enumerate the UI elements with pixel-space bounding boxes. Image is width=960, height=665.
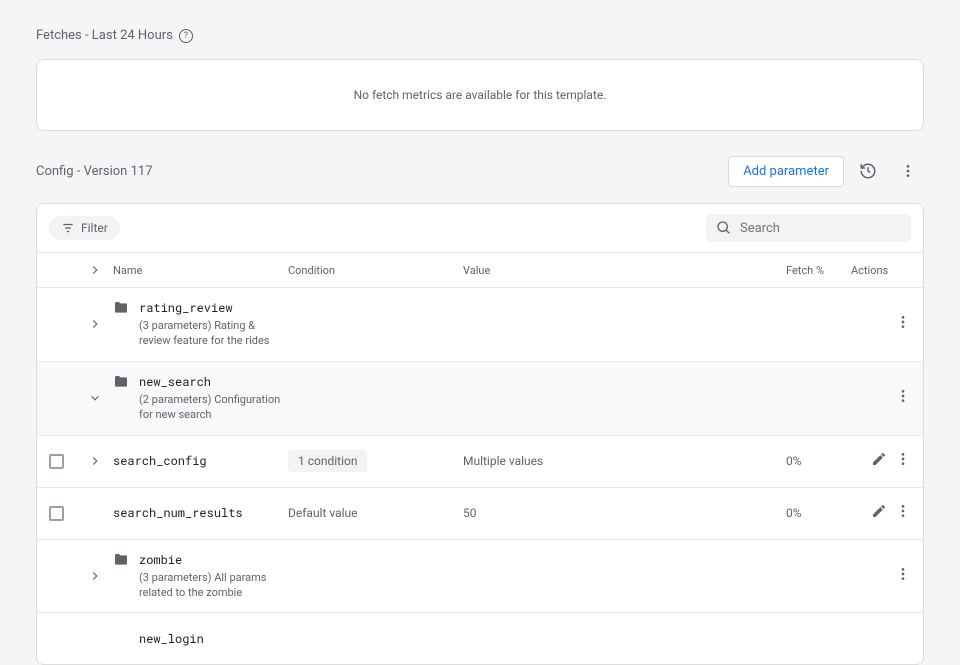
table-header: Name Condition Value Fetch % Actions xyxy=(37,252,923,287)
filter-chip[interactable]: Filter xyxy=(49,216,120,240)
param-value: Multiple values xyxy=(463,454,786,468)
col-condition: Condition xyxy=(288,264,463,277)
expand-toggle[interactable] xyxy=(77,569,113,583)
chevron-down-icon xyxy=(88,391,102,405)
group-name: new_login xyxy=(139,631,204,647)
chevron-right-icon xyxy=(88,454,102,468)
config-header: Config - Version 117 Add parameter xyxy=(36,155,924,187)
search-icon xyxy=(716,220,732,236)
search-box[interactable] xyxy=(706,214,911,242)
chevron-right-icon xyxy=(88,569,102,583)
config-panel: Filter Name Condition Value Fetch % Acti… xyxy=(36,203,924,665)
history-icon[interactable] xyxy=(852,155,884,187)
more-icon[interactable] xyxy=(895,503,911,523)
param-name: search_config xyxy=(113,453,207,469)
more-icon[interactable] xyxy=(895,566,911,586)
row-checkbox[interactable] xyxy=(49,506,64,521)
param-fetch: 0% xyxy=(786,506,851,520)
help-icon[interactable]: ? xyxy=(179,29,193,43)
config-title: Config - Version 117 xyxy=(36,164,728,179)
fetch-empty-message: No fetch metrics are available for this … xyxy=(354,88,607,102)
condition-text: Default value xyxy=(288,506,463,520)
more-icon[interactable] xyxy=(895,451,911,471)
filter-label: Filter xyxy=(81,221,108,235)
group-name: new_search xyxy=(139,374,288,390)
folder-icon xyxy=(113,374,129,390)
group-desc: (3 parameters) All params related to the… xyxy=(139,570,288,601)
filter-icon xyxy=(61,221,75,235)
fetch-metrics-card: No fetch metrics are available for this … xyxy=(36,59,924,131)
folder-icon xyxy=(113,552,129,568)
search-input[interactable] xyxy=(740,221,901,236)
expand-all-toggle[interactable] xyxy=(77,263,113,277)
col-name: Name xyxy=(113,264,288,277)
expand-toggle[interactable] xyxy=(77,391,113,405)
group-name: rating_review xyxy=(139,300,288,316)
param-name: search_num_results xyxy=(113,505,243,521)
fetches-header: Fetches - Last 24 Hours ? xyxy=(36,28,924,43)
more-menu-icon[interactable] xyxy=(892,155,924,187)
condition-chip: 1 condition xyxy=(288,450,367,472)
col-value: Value xyxy=(463,264,786,277)
expand-toggle[interactable] xyxy=(77,454,113,468)
filter-bar: Filter xyxy=(37,204,923,252)
table-row[interactable]: new_search (2 parameters) Configuration … xyxy=(37,361,923,435)
edit-icon[interactable] xyxy=(871,451,887,471)
param-value: 50 xyxy=(463,506,786,520)
folder-icon xyxy=(113,300,129,316)
more-icon[interactable] xyxy=(895,388,911,408)
more-icon[interactable] xyxy=(895,314,911,334)
col-actions: Actions xyxy=(851,264,911,277)
table-row[interactable]: new_login xyxy=(37,612,923,664)
chevron-right-icon xyxy=(88,263,102,277)
col-fetch: Fetch % xyxy=(786,264,851,277)
table-row[interactable]: rating_review (3 parameters) Rating & re… xyxy=(37,287,923,361)
group-desc: (3 parameters) Rating & review feature f… xyxy=(139,318,288,349)
table-row[interactable]: search_num_results Default value 50 0% xyxy=(37,487,923,539)
group-name: zombie xyxy=(139,552,288,568)
chevron-right-icon xyxy=(88,317,102,331)
fetches-title: Fetches - Last 24 Hours xyxy=(36,28,173,43)
add-parameter-button[interactable]: Add parameter xyxy=(728,156,844,187)
param-fetch: 0% xyxy=(786,454,851,468)
group-desc: (2 parameters) Configuration for new sea… xyxy=(139,392,288,423)
table-row[interactable]: zombie (3 parameters) All params related… xyxy=(37,539,923,613)
edit-icon[interactable] xyxy=(871,503,887,523)
table-row[interactable]: search_config 1 condition Multiple value… xyxy=(37,435,923,487)
row-checkbox[interactable] xyxy=(49,454,64,469)
expand-toggle[interactable] xyxy=(77,317,113,331)
